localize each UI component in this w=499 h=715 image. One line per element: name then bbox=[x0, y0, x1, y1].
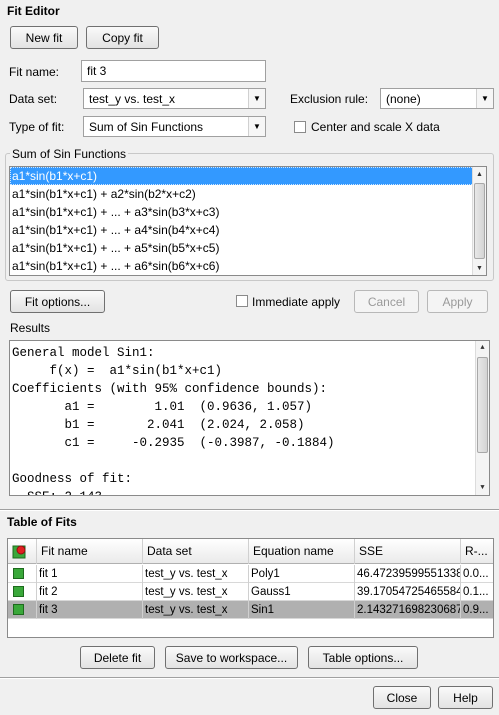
data-set-cell: test_y vs. test_x bbox=[143, 601, 249, 619]
fit-status-cell bbox=[8, 565, 37, 583]
results-line: b1 = 2.041 (2.024, 2.058) bbox=[12, 418, 305, 432]
sum-of-sin-label: Sum of Sin Functions bbox=[10, 147, 129, 161]
chevron-down-icon[interactable]: ▼ bbox=[476, 89, 493, 108]
sin-function-list[interactable]: a1*sin(b1*x+c1) a1*sin(b1*x+c1) + a2*sin… bbox=[9, 166, 487, 276]
scroll-up-icon[interactable]: ▲ bbox=[476, 341, 489, 355]
status-icon bbox=[12, 545, 26, 559]
list-item[interactable]: a1*sin(b1*x+c1) + a2*sin(b2*x+c2) bbox=[10, 185, 486, 203]
immediate-apply-label: Immediate apply bbox=[252, 295, 341, 309]
center-scale-checkbox[interactable] bbox=[294, 121, 306, 133]
scroll-up-icon[interactable]: ▲ bbox=[473, 167, 486, 181]
list-item[interactable]: a1*sin(b1*x+c1) + ... + a6*sin(b6*x+c6) bbox=[10, 257, 486, 275]
close-button[interactable]: Close bbox=[373, 686, 431, 709]
scroll-thumb[interactable] bbox=[477, 357, 488, 453]
fit-name-input[interactable]: fit 3 bbox=[81, 60, 266, 82]
results-line: General model Sin1: bbox=[12, 346, 155, 360]
status-column-header[interactable] bbox=[8, 539, 37, 564]
exclusion-rule-select[interactable]: (none) ▼ bbox=[380, 88, 494, 109]
fits-table[interactable]: Fit name Data set Equation name SSE R-..… bbox=[7, 538, 494, 638]
results-line: c1 = -0.2935 (-0.3987, -0.1884) bbox=[12, 436, 335, 450]
help-button[interactable]: Help bbox=[438, 686, 493, 709]
results-line: Goodness of fit: bbox=[12, 472, 133, 486]
table-row[interactable]: fit 1 test_y vs. test_x Poly1 46.4723959… bbox=[8, 565, 493, 583]
scroll-down-icon[interactable]: ▼ bbox=[473, 261, 486, 275]
fit-name-label: Fit name: bbox=[9, 65, 60, 79]
fit-status-icon bbox=[13, 604, 24, 615]
delete-fit-button[interactable]: Delete fit bbox=[80, 646, 155, 669]
scroll-thumb[interactable] bbox=[474, 183, 485, 259]
apply-button[interactable]: Apply bbox=[427, 290, 488, 313]
chevron-down-icon[interactable]: ▼ bbox=[248, 117, 265, 136]
center-scale-label: Center and scale X data bbox=[311, 120, 440, 134]
fit-status-icon bbox=[13, 586, 24, 597]
equation-cell: Gauss1 bbox=[249, 583, 355, 601]
chevron-down-icon[interactable]: ▼ bbox=[248, 89, 265, 108]
copy-fit-button[interactable]: Copy fit bbox=[86, 26, 159, 49]
data-set-cell: test_y vs. test_x bbox=[143, 583, 249, 601]
data-set-value: test_y vs. test_x bbox=[89, 91, 176, 106]
table-options-button[interactable]: Table options... bbox=[308, 646, 418, 669]
sse-cell: 2.143271698230687 bbox=[355, 601, 461, 619]
sse-cell: 46.47239599551338 bbox=[355, 565, 461, 583]
equation-cell: Poly1 bbox=[249, 565, 355, 583]
sse-cell: 39.17054725465584 bbox=[355, 583, 461, 601]
list-item[interactable]: a1*sin(b1*x+c1) + ... + a5*sin(b5*x+c5) bbox=[10, 239, 486, 257]
table-header: Fit name Data set Equation name SSE R-..… bbox=[8, 539, 493, 564]
r-square-cell: 0.0... bbox=[463, 568, 489, 580]
fit-name-cell: fit 3 bbox=[37, 601, 143, 619]
new-fit-button[interactable]: New fit bbox=[10, 26, 78, 49]
data-set-select[interactable]: test_y vs. test_x ▼ bbox=[83, 88, 266, 109]
column-header-fit-name[interactable]: Fit name bbox=[37, 539, 143, 564]
divider bbox=[0, 677, 499, 679]
results-text-area[interactable]: General model Sin1: f(x) = a1*sin(b1*x+c… bbox=[9, 340, 490, 496]
list-item[interactable]: a1*sin(b1*x+c1) + ... + a3*sin(b3*x+c3) bbox=[10, 203, 486, 221]
column-header-data-set[interactable]: Data set bbox=[143, 539, 249, 564]
column-header-equation-name[interactable]: Equation name bbox=[249, 539, 355, 564]
data-set-label: Data set: bbox=[9, 92, 58, 106]
list-item[interactable]: a1*sin(b1*x+c1) + ... + a4*sin(b4*x+c4) bbox=[10, 221, 486, 239]
column-header-r-square[interactable]: R-... bbox=[461, 539, 493, 564]
results-line: SSE: 2.143 bbox=[10, 488, 489, 495]
r-square-cell: 0.1... bbox=[463, 586, 489, 598]
fit-status-cell bbox=[8, 601, 37, 619]
results-label: Results bbox=[10, 321, 51, 335]
table-row[interactable]: fit 2 test_y vs. test_x Gauss1 39.170547… bbox=[8, 583, 493, 601]
exclusion-rule-value: (none) bbox=[386, 91, 421, 106]
panel-title: Fit Editor bbox=[7, 4, 60, 18]
results-scrollbar[interactable]: ▲ ▼ bbox=[475, 341, 489, 495]
immediate-apply-checkbox[interactable] bbox=[236, 295, 248, 307]
fit-status-cell bbox=[8, 583, 37, 601]
divider bbox=[0, 509, 499, 511]
list-item[interactable]: a1*sin(b1*x+c1) bbox=[10, 167, 486, 185]
results-line: Coefficients (with 95% confidence bounds… bbox=[12, 382, 328, 396]
table-of-fits-title: Table of Fits bbox=[7, 515, 77, 529]
type-of-fit-value: Sum of Sin Functions bbox=[89, 119, 204, 134]
save-to-workspace-button[interactable]: Save to workspace... bbox=[165, 646, 298, 669]
results-line: a1 = 1.01 (0.9636, 1.057) bbox=[12, 400, 313, 414]
column-header-sse[interactable]: SSE bbox=[355, 539, 461, 564]
type-of-fit-label: Type of fit: bbox=[9, 120, 65, 134]
fit-name-cell: fit 2 bbox=[37, 583, 143, 601]
table-row-selected[interactable]: fit 3 test_y vs. test_x Sin1 2.143271698… bbox=[8, 601, 493, 619]
type-of-fit-select[interactable]: Sum of Sin Functions ▼ bbox=[83, 116, 266, 137]
cancel-button[interactable]: Cancel bbox=[354, 290, 419, 313]
results-line: f(x) = a1*sin(b1*x+c1) bbox=[12, 364, 223, 378]
results-line bbox=[10, 452, 489, 470]
data-set-cell: test_y vs. test_x bbox=[143, 565, 249, 583]
equation-cell: Sin1 bbox=[249, 601, 355, 619]
fit-name-cell: fit 1 bbox=[37, 565, 143, 583]
r-square-cell: 0.9... bbox=[463, 604, 489, 616]
fit-options-button[interactable]: Fit options... bbox=[10, 290, 105, 313]
exclusion-rule-label: Exclusion rule: bbox=[290, 92, 369, 106]
fit-status-icon bbox=[13, 568, 24, 579]
list-scrollbar[interactable]: ▲ ▼ bbox=[472, 167, 486, 275]
scroll-down-icon[interactable]: ▼ bbox=[476, 481, 489, 495]
